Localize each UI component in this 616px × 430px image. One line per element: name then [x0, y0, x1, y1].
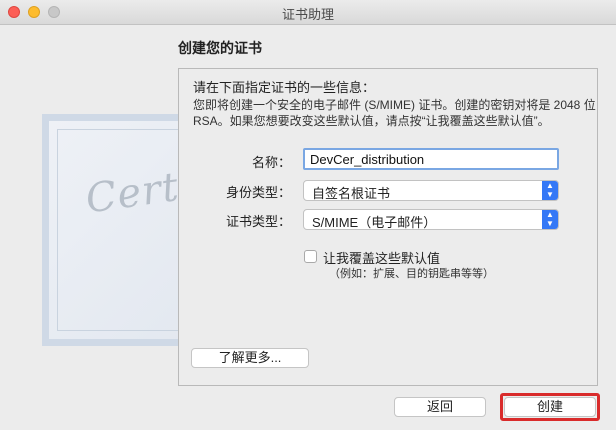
cert-type-label: 证书类型： [225, 214, 291, 229]
identity-type-label: 身份类型： [225, 185, 291, 200]
details-panel: 请在下面指定证书的一些信息： 您即将创建一个安全的电子邮件 (S/MIME) 证… [178, 68, 598, 386]
identity-type-select[interactable]: 自签名根证书 ▲ ▼ [303, 180, 559, 201]
intro-text: 请在下面指定证书的一些信息： [193, 80, 376, 95]
create-button-highlight [500, 393, 600, 421]
name-input[interactable]: DevCer_distribution [303, 148, 559, 170]
name-label: 名称： [251, 155, 291, 170]
override-defaults-checkbox[interactable] [304, 250, 317, 263]
cert-type-select[interactable]: S/MIME（电子邮件） ▲ ▼ [303, 209, 559, 230]
cert-type-value: S/MIME（电子邮件） [312, 215, 437, 230]
learn-more-button[interactable]: 了解更多... [191, 348, 309, 368]
description-line-2: RSA。如果您想要改变这些默认值，请点按“让我覆盖这些默认值”。 [193, 114, 550, 128]
title-bar: 证书助理 [0, 0, 616, 25]
identity-type-value: 自签名根证书 [312, 186, 391, 201]
window-title: 证书助理 [281, 7, 334, 22]
select-arrows-icon: ▲ ▼ [542, 210, 558, 229]
page-title: 创建您的证书 [178, 40, 262, 56]
select-arrows-icon: ▲ ▼ [542, 181, 558, 200]
back-button[interactable]: 返回 [394, 397, 486, 417]
description-line-1: 您即将创建一个安全的电子邮件 (S/MIME) 证书。创建的密钥对将是 2048… [193, 98, 596, 112]
override-defaults-hint: （例如：扩展、目的钥匙串等等） [329, 268, 494, 280]
